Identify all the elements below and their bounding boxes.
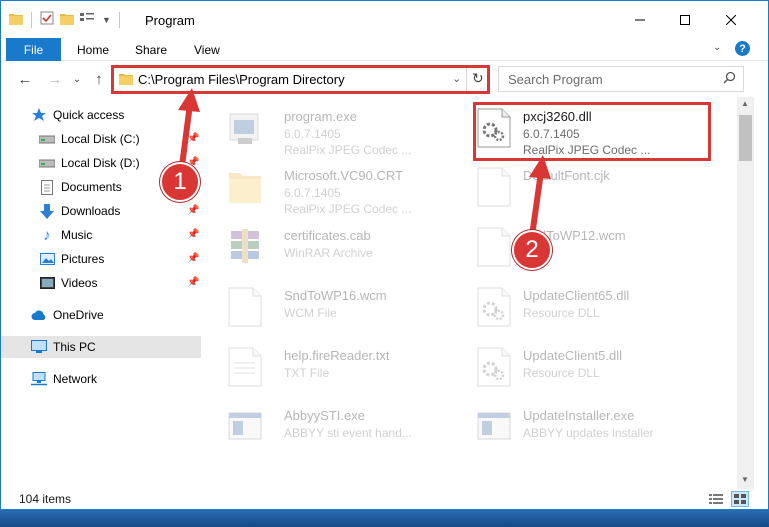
arrow-1-shaft <box>179 103 193 167</box>
callout-badge-1: 1 <box>160 162 200 202</box>
arrow-2-head <box>529 155 551 179</box>
callout-arrows <box>178 88 551 237</box>
arrow-1-head <box>178 88 200 112</box>
callout-badge-2: 2 <box>512 230 552 270</box>
arrow-2-shaft <box>529 171 544 237</box>
